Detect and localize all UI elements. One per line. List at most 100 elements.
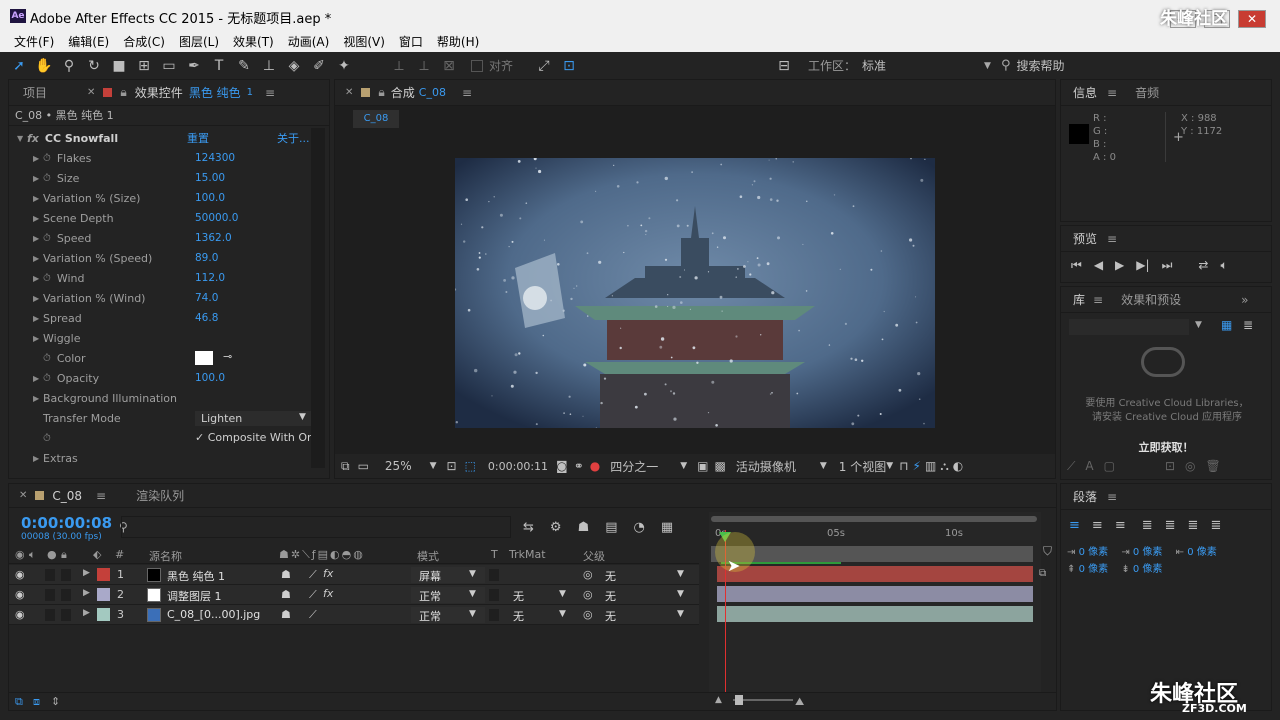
eye-icon[interactable]: ◉ bbox=[15, 588, 25, 601]
label-tag-icon[interactable]: ⬖ bbox=[93, 548, 101, 561]
previous-frame-icon[interactable]: ◀ bbox=[1094, 258, 1103, 273]
fx-switch-icon[interactable]: fx bbox=[323, 567, 333, 580]
chevron-down-icon[interactable]: ▼ bbox=[886, 461, 893, 471]
align-right-icon[interactable]: ≡ bbox=[1115, 518, 1126, 533]
type-tool-icon[interactable]: T bbox=[208, 56, 230, 76]
label-color[interactable] bbox=[97, 588, 110, 601]
search-help-field[interactable]: 搜索帮助 bbox=[1016, 57, 1064, 74]
pick-whip-icon[interactable]: ◎ bbox=[583, 568, 593, 581]
grid-view-icon[interactable]: ▦ bbox=[1221, 318, 1232, 332]
composition-flowchart-icon[interactable]: ⇆ bbox=[523, 520, 534, 535]
eyedropper-icon[interactable]: ⊸ bbox=[223, 350, 232, 363]
vr-icon[interactable]: ⊟ bbox=[773, 56, 795, 76]
composite-checkbox[interactable]: ✓ Composite With Ori bbox=[195, 431, 315, 444]
expand-triangle-icon[interactable]: ▶ bbox=[33, 234, 43, 243]
workspace-dropdown-icon[interactable]: ▼ bbox=[984, 61, 991, 71]
layer-search-input[interactable] bbox=[121, 516, 511, 538]
timeline-timecode[interactable]: 0:00:00:08 bbox=[21, 514, 112, 532]
panel-menu-icon[interactable]: ≡ bbox=[1107, 86, 1117, 100]
brush-tool-icon[interactable]: ✎ bbox=[233, 56, 255, 76]
shy-switch-icon[interactable]: ☗ bbox=[281, 588, 291, 601]
magnification-dropdown[interactable]: 25% bbox=[385, 459, 412, 473]
puppet-tool-icon[interactable]: ✦ bbox=[333, 56, 355, 76]
align-center-icon[interactable]: ≡ bbox=[1092, 518, 1103, 533]
param-value[interactable]: 124300 bbox=[195, 152, 235, 164]
comp-subtab[interactable]: C_08 bbox=[353, 110, 399, 128]
resolution-dropdown[interactable]: 四分之一 bbox=[610, 458, 658, 475]
scrollbar[interactable] bbox=[311, 128, 325, 468]
parent-dropdown[interactable]: 无 bbox=[605, 608, 616, 624]
menu-view[interactable]: 视图(V) bbox=[343, 32, 385, 52]
trkmat-dropdown[interactable]: 无 bbox=[513, 608, 524, 624]
space-after-field[interactable]: 0 像素 bbox=[1133, 564, 1163, 575]
layer-bar-2[interactable] bbox=[717, 586, 1033, 602]
motion-blur-icon[interactable]: ◔ bbox=[634, 520, 645, 535]
text-style-icon[interactable]: A bbox=[1085, 459, 1093, 474]
color-swatch[interactable] bbox=[195, 351, 213, 365]
expand-triangle-icon[interactable]: ▶ bbox=[33, 254, 43, 263]
justify-center-icon[interactable]: ≣ bbox=[1165, 518, 1176, 533]
work-area-bar[interactable] bbox=[711, 546, 1033, 562]
layer-name[interactable]: 调整图层 1 bbox=[167, 588, 222, 604]
expand-triangle-icon[interactable]: ▶ bbox=[33, 294, 43, 303]
current-time[interactable]: 0:00:00:11 bbox=[488, 460, 548, 473]
chevron-down-icon[interactable]: ▼ bbox=[430, 461, 437, 471]
layer-row[interactable]: ◉ ▶ 2 调整图层 1 ☗ ⟋ fx 正常 ▼ 无 ▼ ◎ 无 ▼ bbox=[9, 585, 699, 605]
chevron-down-icon[interactable]: ▼ bbox=[469, 589, 476, 599]
timeline-icon[interactable]: ▥ bbox=[925, 459, 936, 473]
hand-tool-icon[interactable]: ✋ bbox=[33, 56, 55, 76]
first-frame-icon[interactable]: ⏮ bbox=[1071, 258, 1082, 273]
stopwatch-icon[interactable]: ⏱ bbox=[43, 153, 51, 164]
fx-switch-icon[interactable]: fx bbox=[323, 587, 333, 600]
graphic-icon[interactable]: ▢ bbox=[1104, 459, 1115, 474]
param-value[interactable]: 50000.0 bbox=[195, 212, 238, 224]
solo-toggle[interactable] bbox=[45, 609, 55, 621]
chevron-down-icon[interactable]: ▼ bbox=[559, 609, 566, 619]
lock-toggle[interactable] bbox=[61, 609, 71, 621]
chevron-down-icon[interactable]: ▼ bbox=[820, 461, 827, 471]
play-icon[interactable]: ▶ bbox=[1115, 258, 1124, 273]
snap-checkbox[interactable] bbox=[471, 59, 483, 72]
world-axis-icon[interactable]: ⟂ bbox=[413, 56, 435, 76]
stopwatch-icon[interactable]: ⏱ bbox=[43, 433, 51, 444]
quality-switch-icon[interactable]: ⟋ bbox=[309, 608, 317, 622]
mode-dropdown[interactable]: 正常 bbox=[419, 588, 441, 604]
snapshot-icon[interactable]: ◙ bbox=[556, 459, 568, 473]
menu-layer[interactable]: 图层(L) bbox=[179, 32, 219, 52]
pen-tool-icon[interactable]: ✒ bbox=[183, 56, 205, 76]
comp-marker-icon[interactable]: ⛉ bbox=[1043, 544, 1052, 559]
chevron-down-icon[interactable]: ▼ bbox=[677, 589, 684, 599]
justify-all-icon[interactable]: ≣ bbox=[1210, 518, 1221, 533]
about-link[interactable]: 关于... bbox=[277, 130, 310, 146]
modes-toggle-icon[interactable]: ⧈ bbox=[33, 695, 40, 709]
menu-edit[interactable]: 编辑(E) bbox=[68, 32, 109, 52]
rotate-tool-icon[interactable]: ↻ bbox=[83, 56, 105, 76]
param-value[interactable]: 89.0 bbox=[195, 252, 218, 264]
get-it-now-link[interactable]: 立即获取！ bbox=[1061, 439, 1271, 455]
show-snapshot-icon[interactable]: ⚭ bbox=[574, 459, 584, 473]
monitor-icon[interactable]: ▭ bbox=[358, 459, 369, 473]
zoom-out-icon[interactable]: ▲ bbox=[715, 695, 722, 705]
expand-triangle-icon[interactable]: ▶ bbox=[83, 568, 90, 578]
tab-preview[interactable]: 预览 bbox=[1073, 230, 1097, 247]
layer-bar-1[interactable] bbox=[717, 566, 1033, 582]
stopwatch-icon[interactable]: ⏱ bbox=[43, 373, 51, 384]
camera-dropdown[interactable]: 活动摄像机 bbox=[736, 458, 796, 475]
close-icon[interactable]: ✕ bbox=[345, 87, 353, 98]
menu-file[interactable]: 文件(F) bbox=[14, 32, 54, 52]
layer-row[interactable]: ◉ ▶ 1 黑色 纯色 1 ☗ ⟋ fx 屏幕 ▼ ◎ 无 ▼ bbox=[9, 565, 699, 585]
expand-triangle-icon[interactable]: ▼ bbox=[17, 134, 27, 143]
lock-icon[interactable]: 🔒︎ bbox=[61, 548, 67, 562]
label-color[interactable] bbox=[97, 568, 110, 581]
views-dropdown[interactable]: 1 个视图 bbox=[839, 458, 886, 475]
pan-behind-tool-icon[interactable]: ⊞ bbox=[133, 56, 155, 76]
param-value[interactable]: 100.0 bbox=[195, 372, 225, 384]
chevron-down-icon[interactable]: ▼ bbox=[1195, 320, 1202, 330]
pick-whip-icon[interactable]: ◎ bbox=[583, 608, 593, 621]
col-mode[interactable]: 模式 bbox=[417, 548, 439, 564]
fx-icon[interactable]: fx bbox=[27, 132, 39, 145]
close-icon[interactable]: ✕ bbox=[19, 490, 27, 501]
tab-effect-controls[interactable]: 效果控件 bbox=[135, 84, 183, 101]
lock-toggle[interactable] bbox=[61, 569, 71, 581]
menu-composition[interactable]: 合成(C) bbox=[123, 32, 165, 52]
